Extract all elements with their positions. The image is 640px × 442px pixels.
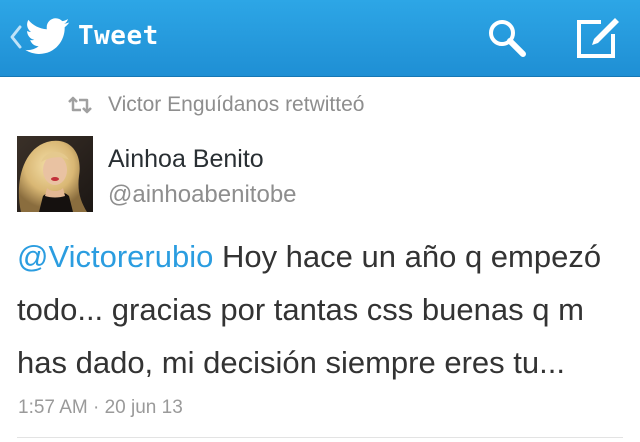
tweet-timestamp: 1:57 AM · 20 jun 13: [18, 397, 183, 418]
search-button[interactable]: [481, 12, 533, 64]
twitter-bird-icon: [25, 18, 70, 54]
retweeted-by-label: Victor Enguídanos retwitteó: [108, 93, 365, 116]
tweet-detail-screen: Tweet Victor Enguídanos retwitteó Ainhoa…: [0, 0, 640, 442]
action-bar: Tweet: [0, 0, 640, 77]
retweet-icon: [68, 96, 92, 114]
avatar[interactable]: [17, 136, 93, 212]
retweet-context[interactable]: Victor Enguídanos retwitteó: [66, 90, 364, 120]
author-handle[interactable]: @ainhoabenitobe: [108, 181, 297, 209]
author-name[interactable]: Ainhoa Benito: [108, 145, 264, 174]
compose-icon: [577, 18, 619, 58]
divider: [17, 437, 623, 438]
actionbar-title: Tweet: [78, 21, 159, 51]
mention-link[interactable]: @Victorerubio: [17, 239, 213, 274]
chevron-left-icon: [10, 25, 22, 49]
compose-button[interactable]: [570, 12, 622, 64]
up-navigation-button[interactable]: Tweet: [0, 0, 170, 76]
profile-photo-image: [17, 136, 93, 212]
search-icon: [489, 20, 526, 57]
tweet-text: @Victorerubio Hoy hace un año q empezó t…: [17, 230, 627, 389]
